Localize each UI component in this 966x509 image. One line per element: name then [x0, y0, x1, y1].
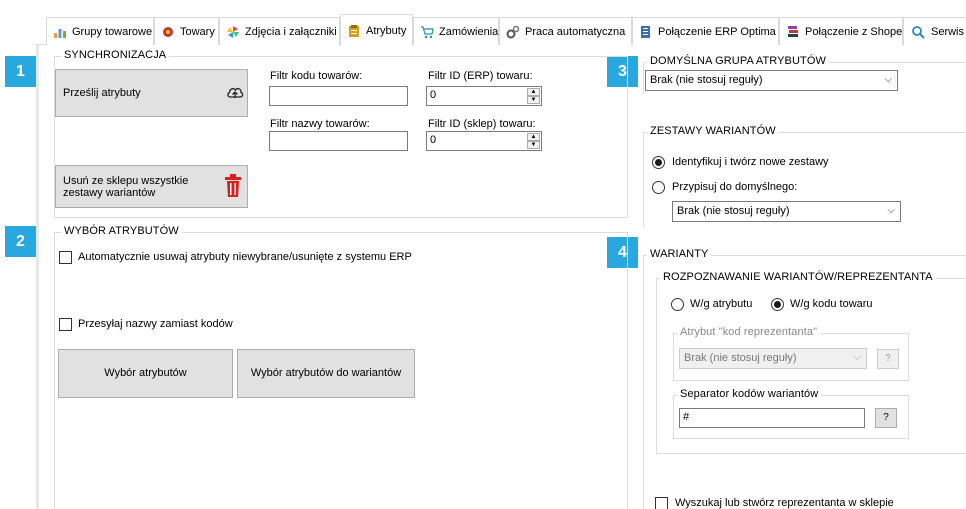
- sync-group-title: SYNCHRONIZACJA: [61, 49, 170, 61]
- identify-sets-radio[interactable]: [652, 156, 665, 169]
- variant-sets-title: ZESTAWY WARIANTÓW: [647, 125, 779, 137]
- delete-line-2: zestawy wariantów: [63, 187, 156, 199]
- tab-label: Połączenie ERP Optima: [658, 25, 776, 38]
- choose-attributes-button[interactable]: Wybór atrybutów: [58, 349, 233, 398]
- tab-label: Połączenie z Shoper: [805, 25, 906, 38]
- identify-sets-label: Identyfikuj i twórz nowe zestawy: [672, 156, 829, 168]
- clipboard-icon: [347, 23, 361, 39]
- choose-variant-attributes-button[interactable]: Wybór atrybutów do wariantów: [237, 349, 415, 398]
- badge-2: 2: [5, 226, 36, 257]
- separator-help-button[interactable]: ?: [875, 408, 897, 428]
- filter-code-label: Filtr kodu towarów:: [270, 70, 363, 82]
- filter-erp-value: 0: [430, 89, 437, 101]
- assign-default-label: Przypisuj do domyślnego:: [672, 181, 798, 193]
- tab-label: Atrybuty: [366, 24, 407, 37]
- gears-icon: [506, 24, 520, 40]
- assign-default-radio[interactable]: [652, 181, 665, 194]
- tab-label: Serwis: [931, 25, 965, 38]
- separator-input[interactable]: #: [679, 408, 865, 428]
- tab-praca-automatyczna[interactable]: Praca automatyczna: [499, 17, 632, 45]
- pinwheel-icon: [226, 24, 240, 40]
- find-representative-label: Wyszukaj lub stwórz reprezentanta w skle…: [675, 497, 894, 509]
- rep-attr-help-button[interactable]: ?: [877, 349, 899, 369]
- tab-label: Praca automatyczna: [525, 25, 626, 38]
- tab-label: Towary: [180, 25, 215, 38]
- default-group-title: DOMYŚLNA GRUPA ATRYBUTÓW: [647, 55, 829, 67]
- tab-grupy-towarowe[interactable]: Grupy towarowe: [46, 17, 154, 45]
- tab-serwis[interactable]: Serwis: [903, 17, 966, 45]
- filter-shop-stepper[interactable]: 0 ▲ ▼: [426, 131, 542, 151]
- chevron-down-icon: ⌵: [887, 205, 895, 216]
- badge-1: 1: [5, 56, 36, 87]
- spin-up-icon[interactable]: ▲: [527, 88, 540, 96]
- tab-towary[interactable]: Towary: [154, 17, 219, 45]
- spin-down-icon[interactable]: ▼: [527, 141, 540, 149]
- send-names-checkbox[interactable]: [59, 318, 72, 331]
- filter-erp-label: Filtr ID (ERP) towaru:: [428, 70, 533, 82]
- by-code-label: W/g kodu towaru: [790, 298, 873, 310]
- filter-erp-stepper[interactable]: 0 ▲ ▼: [426, 86, 542, 106]
- tab-label: Zamówienia: [439, 25, 499, 38]
- delete-line-1: Usuń ze sklepu wszystkie: [63, 175, 189, 187]
- by-code-radio[interactable]: [771, 298, 784, 311]
- tab-zamowienia[interactable]: Zamówienia: [413, 17, 499, 45]
- attr-select-title: WYBÓR ATRYBUTÓW: [61, 225, 182, 237]
- recognition-title: ROZPOZNAWANIE WARIANTÓW/REPREZENTANTA: [660, 271, 936, 283]
- tab-bar: Grupy towarowe Towary Zdjęcia i załączni…: [36, 14, 966, 46]
- cloud-upload-icon: [226, 84, 244, 103]
- chevron-down-icon: ⌵: [884, 74, 892, 85]
- rep-attr-value: Brak (nie stosuj reguły): [684, 352, 797, 364]
- send-attributes-button[interactable]: Prześlij atrybuty: [55, 69, 248, 117]
- magnifier-icon: [910, 24, 926, 40]
- tab-label: Zdjęcia i załączniki: [245, 25, 337, 38]
- trash-icon: [224, 174, 242, 201]
- send-names-label: Przesyłaj nazwy zamiast kodów: [78, 318, 233, 330]
- rep-attr-select[interactable]: Brak (nie stosuj reguły) ⌵: [679, 348, 867, 369]
- filter-shop-label: Filtr ID (sklep) towaru:: [428, 118, 536, 130]
- separator-title: Separator kodów wariantów: [677, 388, 822, 400]
- rep-attr-title: Atrybut "kod reprezentanta": [677, 326, 821, 338]
- variant-set-select[interactable]: Brak (nie stosuj reguły) ⌵: [672, 201, 901, 222]
- delete-variant-sets-label: Usuń ze sklepu wszystkie zestawy wariant…: [63, 175, 188, 199]
- by-attribute-label: W/g atrybutu: [690, 298, 753, 310]
- chevron-down-icon: ⌵: [853, 352, 861, 363]
- tab-label: Grupy towarowe: [72, 25, 153, 38]
- default-group-select[interactable]: Brak (nie stosuj reguły) ⌵: [645, 70, 898, 91]
- find-representative-checkbox[interactable]: [655, 497, 668, 509]
- variant-set-value: Brak (nie stosuj reguły): [677, 205, 790, 217]
- filter-shop-value: 0: [430, 134, 437, 146]
- spin-buttons[interactable]: ▲ ▼: [527, 133, 540, 149]
- tab-polaczenie-shoper[interactable]: Połączenie z Shoper: [779, 17, 906, 45]
- default-group-value: Brak (nie stosuj reguły): [650, 74, 763, 86]
- spin-up-icon[interactable]: ▲: [527, 133, 540, 141]
- delete-variant-sets-button[interactable]: Usuń ze sklepu wszystkie zestawy wariant…: [55, 165, 248, 208]
- filter-name-label: Filtr nazwy towarów:: [270, 118, 370, 130]
- tab-atrybuty[interactable]: Atrybuty: [340, 14, 413, 46]
- auto-remove-label: Automatycznie usuwaj atrybuty niewybrane…: [78, 251, 412, 263]
- books-icon: [786, 24, 800, 40]
- tab-zdjecia[interactable]: Zdjęcia i załączniki: [219, 17, 340, 45]
- tab-polaczenie-erp[interactable]: Połączenie ERP Optima: [632, 17, 779, 45]
- filter-code-input[interactable]: [269, 86, 408, 106]
- app-window: Grupy towarowe Towary Zdjęcia i załączni…: [0, 0, 966, 509]
- erp-icon: [639, 24, 653, 40]
- spin-down-icon[interactable]: ▼: [527, 96, 540, 104]
- bar-chart-icon: [53, 24, 67, 40]
- spin-buttons[interactable]: ▲ ▼: [527, 88, 540, 104]
- cart-icon: [420, 24, 434, 40]
- panel-left-border: [36, 45, 39, 509]
- products-icon: [161, 24, 175, 40]
- auto-remove-checkbox[interactable]: [59, 251, 72, 264]
- filter-name-input[interactable]: [269, 131, 408, 151]
- variants-title: WARIANTY: [647, 248, 712, 260]
- send-attributes-label: Prześlij atrybuty: [63, 87, 141, 99]
- by-attribute-radio[interactable]: [671, 298, 684, 311]
